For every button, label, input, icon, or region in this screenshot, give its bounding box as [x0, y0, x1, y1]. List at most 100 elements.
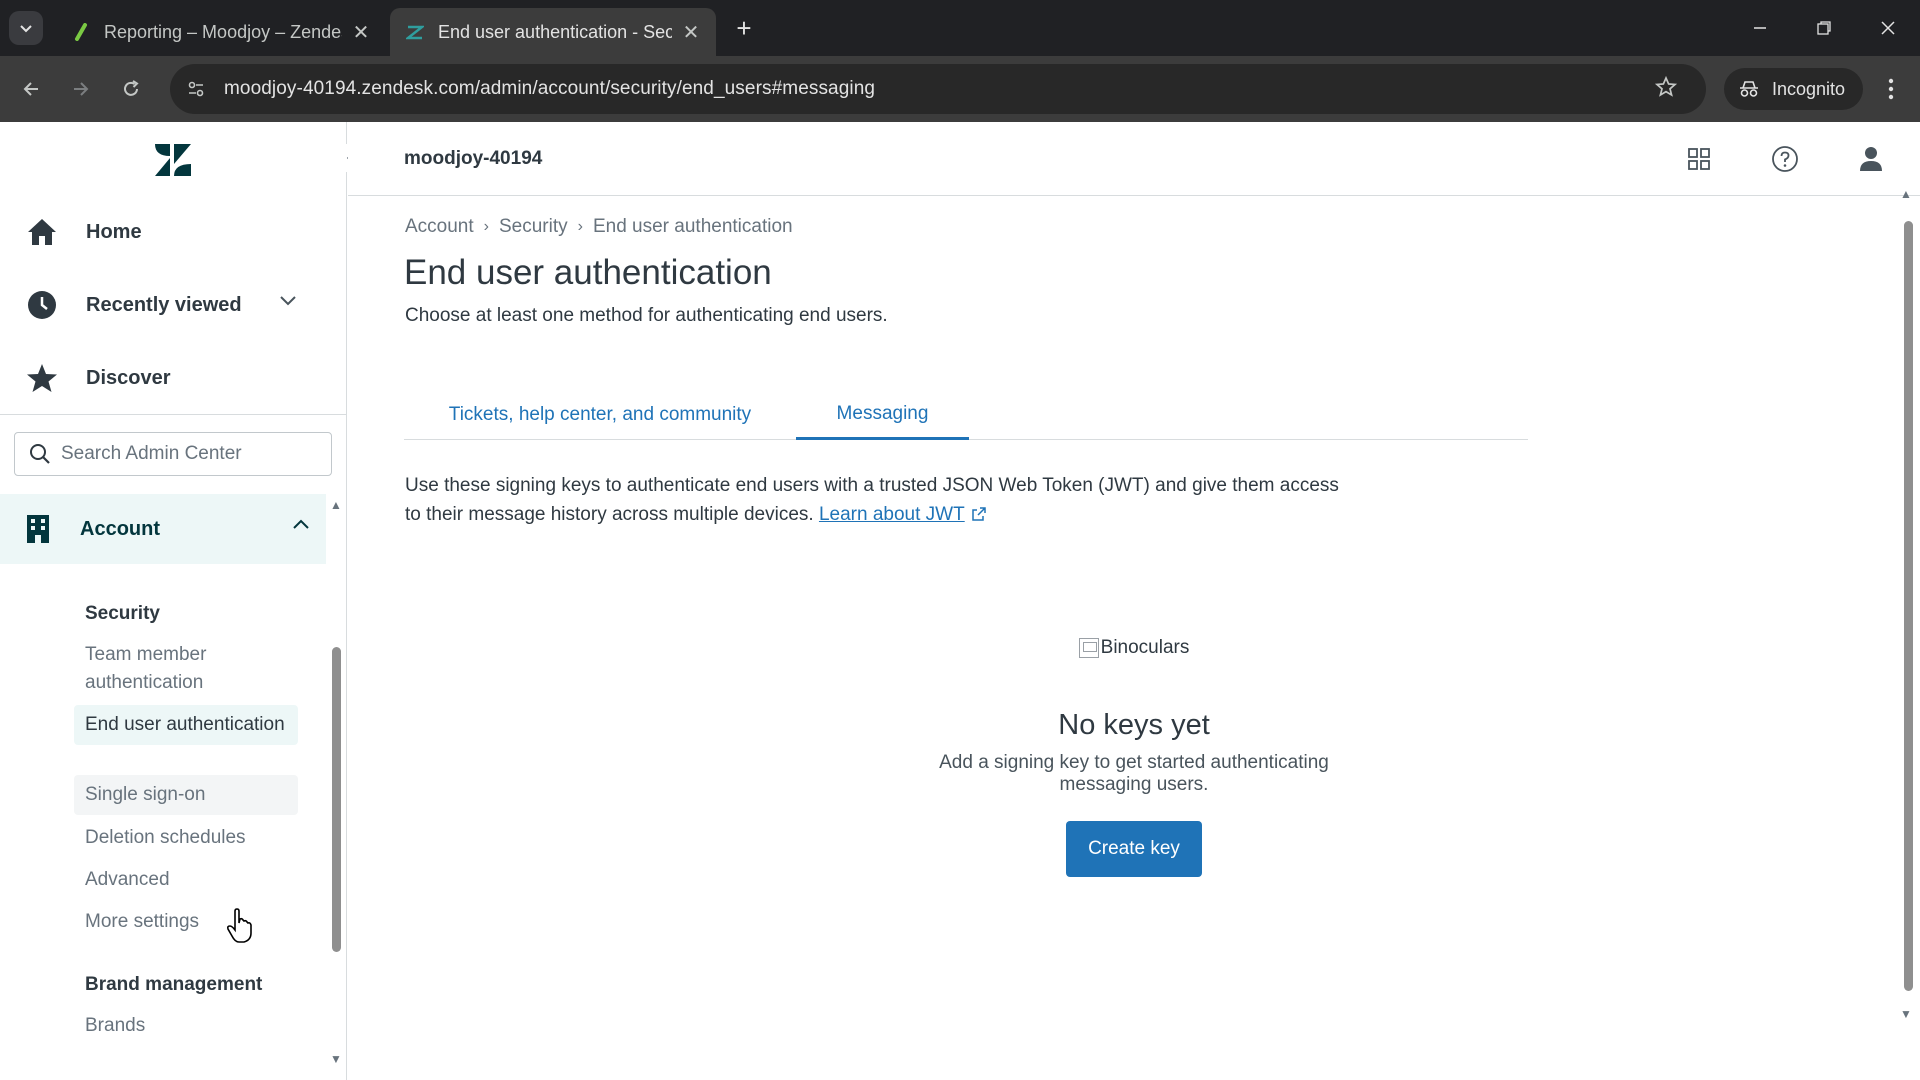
tab-messaging[interactable]: Messaging — [796, 390, 969, 440]
main-content: Account › Security › End user authentica… — [348, 187, 1913, 1080]
broken-image-icon — [1078, 638, 1099, 658]
sidebar-item-label: Home — [86, 220, 142, 243]
help-button[interactable] — [1770, 144, 1800, 174]
home-icon — [28, 219, 56, 245]
admin-search-field[interactable] — [14, 432, 332, 476]
admin-top-bar: moodjoy-40194 — [348, 122, 1920, 196]
search-icon — [30, 444, 50, 464]
close-icon — [1881, 21, 1895, 35]
help-icon — [1772, 146, 1798, 172]
grid-icon — [1688, 148, 1710, 170]
sidebar-subitem-more-settings[interactable]: More settings — [85, 908, 295, 936]
restore-window-button[interactable] — [1802, 8, 1846, 48]
sidebar-scrollbar-thumb[interactable] — [332, 647, 341, 952]
main-scrollbar-thumb[interactable] — [1904, 221, 1913, 991]
admin-search-input[interactable] — [61, 443, 311, 465]
browser-tab-title: Reporting – Moodjoy – Zendesk — [104, 21, 342, 42]
empty-state: Binoculars No keys yet Add a signing key… — [904, 637, 1364, 877]
binoculars-broken-image: Binoculars — [1078, 637, 1190, 659]
bookmark-star-icon[interactable] — [1654, 75, 1678, 104]
sidebar-subitem-team-member-authentication[interactable]: Team member authentication — [85, 641, 295, 697]
new-tab-button[interactable]: + — [730, 13, 758, 43]
user-profile-button[interactable] — [1856, 144, 1886, 174]
page-title: End user authentication — [404, 253, 772, 292]
forward-button[interactable] — [62, 70, 100, 108]
url-text: moodjoy-40194.zendesk.com/admin/account/… — [224, 78, 876, 99]
sidebar-item-label: Discover — [86, 366, 171, 389]
image-alt-text: Binoculars — [1100, 637, 1190, 658]
incognito-indicator[interactable]: Incognito — [1724, 68, 1864, 110]
close-window-button[interactable] — [1866, 8, 1910, 48]
main-scroll-up-arrow[interactable]: ▲ — [1900, 187, 1912, 201]
arrow-left-icon — [23, 82, 38, 96]
address-bar[interactable]: moodjoy-40194.zendesk.com/admin/account/… — [170, 64, 1706, 114]
learn-about-jwt-link[interactable]: Learn about JWT — [819, 504, 965, 525]
sidebar-divider — [0, 414, 347, 415]
sidebar-section-security: Security — [85, 603, 160, 624]
sidebar-subitem-advanced[interactable]: Advanced — [85, 866, 295, 894]
empty-state-title: No keys yet — [1058, 709, 1210, 741]
browser-tab-title: End user authentication - Security — [438, 21, 672, 42]
breadcrumb-current: End user authentication — [592, 216, 793, 237]
incognito-icon — [1740, 81, 1758, 97]
breadcrumb-security[interactable]: Security — [499, 216, 568, 238]
sidebar-scroll-down-arrow[interactable]: ▼ — [330, 1052, 342, 1066]
tab-search-button[interactable] — [9, 11, 43, 45]
star-icon — [27, 364, 57, 392]
sidebar-item-label: Account — [80, 517, 160, 540]
minimize-icon — [1754, 27, 1766, 29]
chevron-down-icon — [20, 25, 32, 33]
chevron-right-icon: › — [577, 218, 583, 235]
reload-icon — [124, 80, 139, 96]
user-icon — [1860, 147, 1882, 171]
messaging-description: Use these signing keys to authenticate e… — [405, 471, 1345, 529]
sidebar-scroll-up-arrow[interactable]: ▲ — [330, 498, 342, 512]
sidebar-section-brand-management: Brand management — [85, 974, 263, 995]
auth-method-tabs: Tickets, help center, and community Mess… — [404, 390, 1528, 440]
chevron-up-icon — [293, 519, 309, 529]
clock-icon — [28, 291, 56, 319]
close-tab-icon[interactable]: ✕ — [678, 19, 704, 45]
products-button[interactable] — [1684, 144, 1714, 174]
breadcrumb: Account › Security › End user authentica… — [405, 216, 793, 238]
building-icon — [27, 515, 49, 543]
sidebar-item-label: Recently viewed — [86, 293, 242, 316]
minimize-window-button[interactable] — [1738, 8, 1782, 48]
sidebar-item-recently-viewed[interactable]: Recently viewed — [0, 269, 347, 341]
account-subdomain: moodjoy-40194 — [404, 148, 543, 169]
tab-tickets-help-center-community[interactable]: Tickets, help center, and community — [404, 390, 796, 440]
create-key-button[interactable]: Create key — [1066, 821, 1202, 877]
incognito-label: Incognito — [1772, 78, 1846, 99]
breadcrumb-account[interactable]: Account — [405, 216, 474, 238]
zendesk-explore-favicon-icon — [75, 23, 87, 41]
back-button[interactable] — [12, 70, 50, 108]
close-tab-icon[interactable]: ✕ — [348, 19, 374, 45]
sidebar-item-home[interactable]: Home — [0, 196, 347, 268]
restore-icon — [1817, 21, 1831, 35]
external-link-icon — [971, 507, 986, 521]
chevron-right-icon: › — [483, 218, 489, 235]
admin-sidebar: Home Recently viewed Discover Account ▲ … — [0, 122, 361, 1080]
more-vertical-icon — [1888, 78, 1894, 100]
zendesk-logo-icon[interactable] — [153, 142, 193, 178]
reload-button[interactable] — [112, 70, 150, 108]
page-subtitle: Choose at least one method for authentic… — [405, 305, 888, 326]
browser-toolbar: moodjoy-40194.zendesk.com/admin/account/… — [0, 56, 1920, 122]
sidebar-subitem-deletion-schedules[interactable]: Deletion schedules — [85, 824, 295, 852]
browser-tab-end-user-auth[interactable]: End user authentication - Security ✕ — [390, 8, 716, 56]
sidebar-subitem-single-sign-on[interactable]: Single sign-on — [74, 775, 298, 815]
hand-pointer-cursor-icon — [226, 908, 252, 943]
sidebar-item-discover[interactable]: Discover — [0, 342, 347, 414]
arrow-right-icon — [74, 82, 89, 96]
sidebar-item-account[interactable]: Account — [0, 494, 326, 564]
sidebar-subitem-end-user-authentication[interactable]: End user authentication — [74, 705, 298, 745]
zendesk-favicon-icon — [406, 25, 424, 40]
chevron-down-icon — [280, 296, 296, 306]
browser-menu-button[interactable] — [1876, 70, 1906, 108]
empty-state-text: Add a signing key to get started authent… — [939, 752, 1329, 795]
site-info-button[interactable] — [178, 71, 214, 107]
main-scroll-down-arrow[interactable]: ▼ — [1900, 1007, 1912, 1021]
tune-icon — [188, 81, 204, 97]
sidebar-subitem-brands[interactable]: Brands — [85, 1012, 295, 1040]
browser-tab-reporting[interactable]: Reporting – Moodjoy – Zendesk ✕ — [56, 8, 386, 56]
